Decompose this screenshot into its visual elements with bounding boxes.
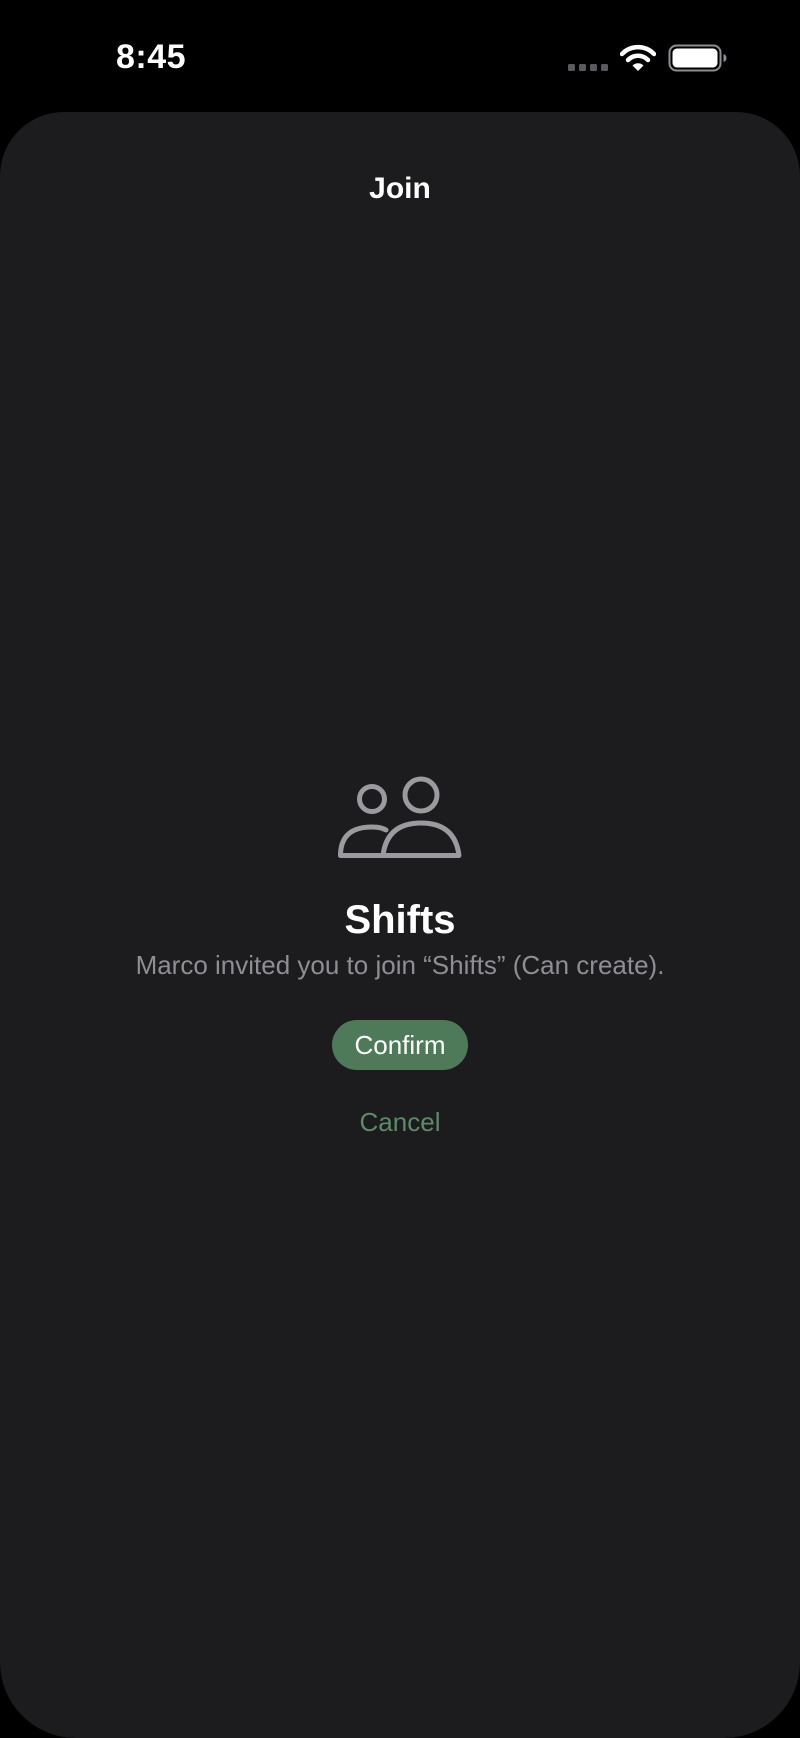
- group-name: Shifts: [344, 898, 456, 942]
- cancel-button[interactable]: Cancel: [300, 1102, 500, 1142]
- status-bar: 8:45: [0, 0, 800, 112]
- two-people-icon: [338, 776, 462, 858]
- sheet-title: Join: [369, 172, 431, 205]
- cellular-signal-icon: [568, 64, 608, 71]
- confirm-button[interactable]: Confirm: [332, 1020, 468, 1070]
- wifi-icon: [620, 44, 656, 71]
- battery-icon: [668, 44, 727, 72]
- invite-message: Marco invited you to join “Shifts” (Can …: [135, 950, 665, 980]
- join-sheet: Join Shifts Marco invited you to join “S…: [0, 112, 800, 1738]
- status-time: 8:45: [116, 38, 187, 76]
